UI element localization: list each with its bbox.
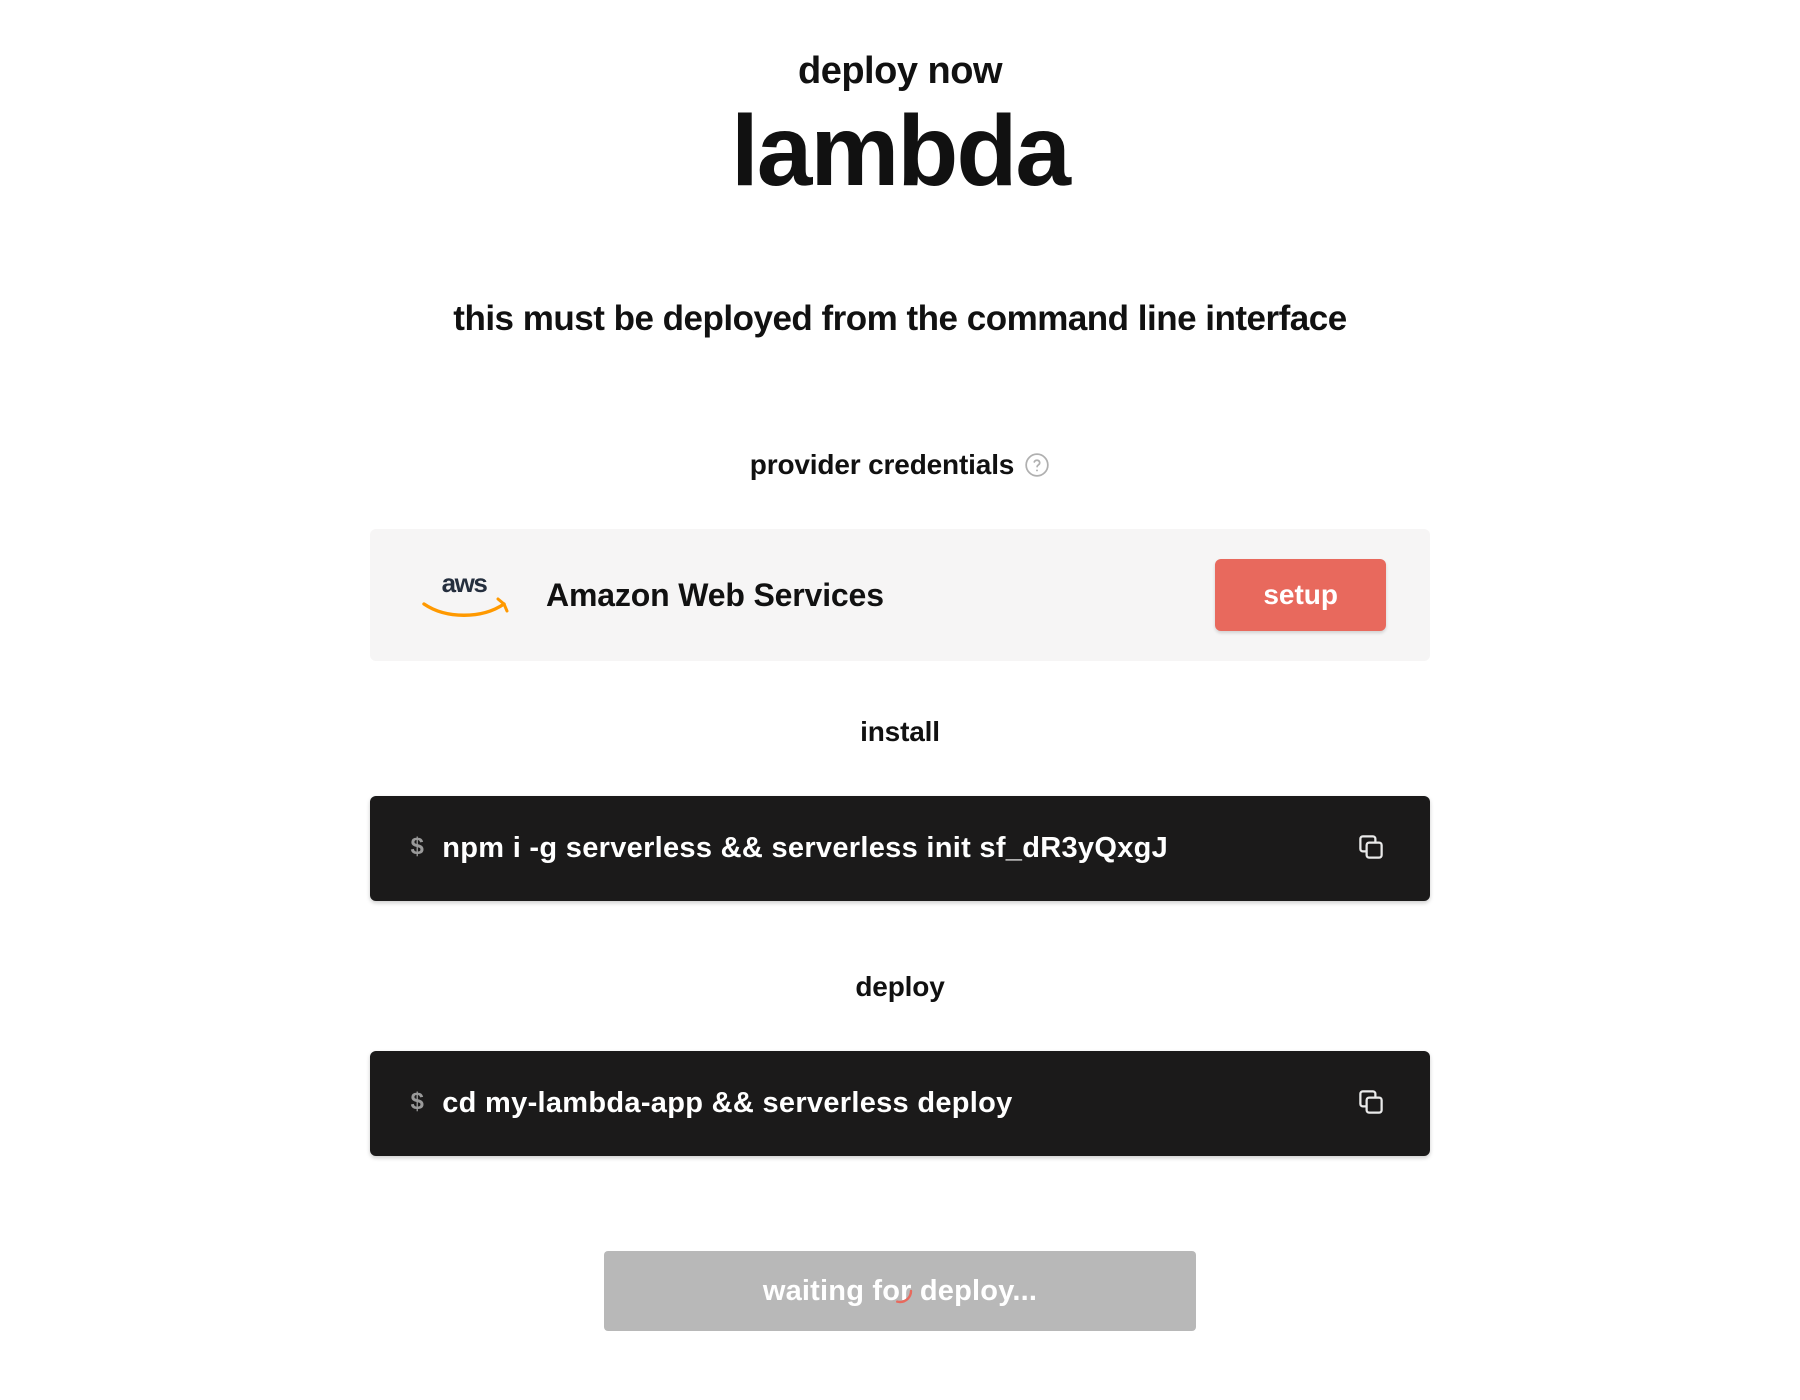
prompt-icon: $ bbox=[410, 1090, 424, 1117]
waiting-button: waiting for deploy... bbox=[604, 1251, 1196, 1331]
prompt-icon: $ bbox=[410, 835, 424, 862]
install-codebox: $ npm i -g serverless && serverless init… bbox=[370, 796, 1430, 901]
subtitle: this must be deployed from the command l… bbox=[453, 299, 1346, 339]
deploy-codebox: $ cd my-lambda-app && serverless deploy bbox=[370, 1051, 1430, 1156]
copy-install-button[interactable] bbox=[1352, 828, 1390, 869]
svg-text:aws: aws bbox=[442, 568, 488, 598]
install-label: install bbox=[860, 716, 940, 748]
install-command: npm i -g serverless && serverless init s… bbox=[442, 832, 1352, 865]
copy-icon bbox=[1356, 1087, 1386, 1120]
copy-icon bbox=[1356, 832, 1386, 865]
provider-card: aws Amazon Web Services setup bbox=[370, 529, 1430, 661]
copy-deploy-button[interactable] bbox=[1352, 1083, 1390, 1124]
deploy-command: cd my-lambda-app && serverless deploy bbox=[442, 1087, 1352, 1120]
setup-button[interactable]: setup bbox=[1215, 559, 1386, 631]
provider-name: Amazon Web Services bbox=[546, 577, 1215, 614]
credentials-label: provider credentials bbox=[750, 449, 1014, 481]
install-section: install $ npm i -g serverless && serverl… bbox=[370, 716, 1430, 901]
credentials-label-row: provider credentials bbox=[750, 449, 1050, 481]
help-icon[interactable] bbox=[1024, 452, 1050, 478]
aws-logo-icon: aws bbox=[414, 566, 514, 624]
page-title: lambda bbox=[731, 99, 1069, 204]
deploy-section: deploy $ cd my-lambda-app && serverless … bbox=[370, 971, 1430, 1156]
kicker: deploy now bbox=[798, 50, 1002, 93]
spinner-icon bbox=[886, 1277, 914, 1305]
credentials-section: provider credentials aws Amazon Web Serv… bbox=[370, 449, 1430, 661]
deploy-label: deploy bbox=[855, 971, 944, 1003]
